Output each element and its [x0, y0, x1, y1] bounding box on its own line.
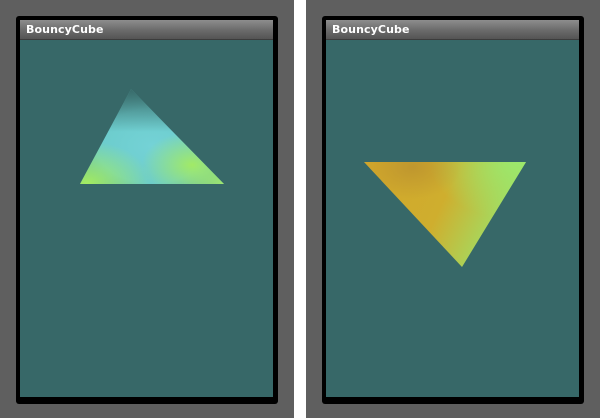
gl-canvas	[80, 89, 224, 184]
gl-render-surface[interactable]	[20, 40, 273, 397]
app-window[interactable]: BouncyCube	[20, 20, 273, 397]
device-screen-bezel: BouncyCube	[16, 16, 278, 404]
device-right: BouncyCube	[306, 0, 600, 418]
gl-render-surface[interactable]	[326, 40, 579, 397]
bouncy-triangle-down	[364, 162, 526, 267]
device-screen-bezel: BouncyCube	[322, 16, 584, 404]
device-left: BouncyCube	[0, 0, 294, 418]
app-title: BouncyCube	[26, 23, 104, 36]
screenshot-composite: BouncyCube BouncyCube	[0, 0, 600, 418]
app-title: BouncyCube	[332, 23, 410, 36]
gl-canvas	[364, 162, 526, 267]
title-bar: BouncyCube	[326, 20, 579, 40]
app-window[interactable]: BouncyCube	[326, 20, 579, 397]
bouncy-triangle-up	[80, 89, 224, 184]
title-bar: BouncyCube	[20, 20, 273, 40]
